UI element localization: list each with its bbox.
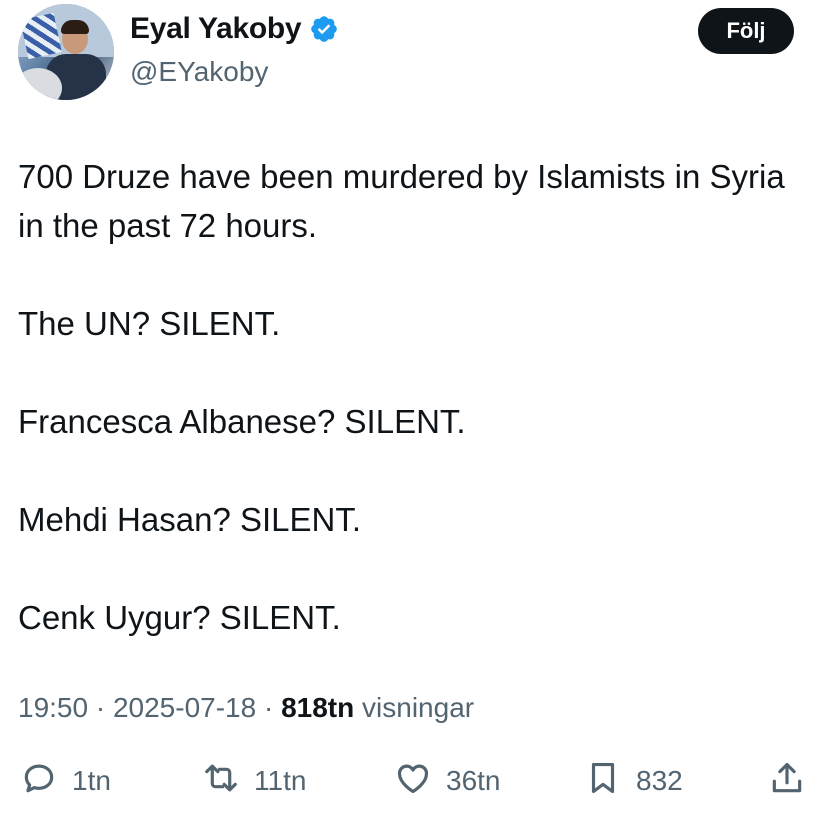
bookmark-count: 832 xyxy=(636,765,683,796)
like-count: 36tn xyxy=(446,765,501,796)
tweet-meta: 19:50 · 2025-07-18 · 818tn visningar xyxy=(18,692,474,724)
like-button[interactable]: 36tn xyxy=(394,756,501,806)
action-bar: 1tn 11tn 36tn 832 xyxy=(0,756,828,806)
views-count: 818tn xyxy=(281,692,355,723)
retweet-icon xyxy=(202,759,240,804)
reply-button[interactable]: 1tn xyxy=(20,756,111,806)
views-label: visningar xyxy=(362,692,475,723)
retweet-button[interactable]: 11tn xyxy=(202,756,306,806)
tweet-paragraph: Mehdi Hasan? SILENT. xyxy=(18,501,362,538)
avatar[interactable] xyxy=(18,4,114,100)
author-handle[interactable]: @EYakoby xyxy=(130,56,268,88)
verified-badge-icon xyxy=(309,14,339,44)
bookmark-button[interactable]: 832 xyxy=(584,756,683,806)
tweet-paragraph: Cenk Uygur? SILENT. xyxy=(18,599,341,636)
avatar-hair xyxy=(61,20,89,34)
meta-separator: · xyxy=(256,692,282,723)
reply-count: 1tn xyxy=(72,765,111,796)
tweet-paragraph: The UN? SILENT. xyxy=(18,305,281,342)
tweet-date[interactable]: 2025-07-18 xyxy=(113,692,256,723)
share-button[interactable] xyxy=(768,756,806,806)
tweet-text: 700 Druze have been murdered by Islamist… xyxy=(18,152,808,642)
share-icon xyxy=(768,759,806,804)
meta-separator: · xyxy=(88,692,113,723)
tweet-paragraph: Francesca Albanese? SILENT. xyxy=(18,403,466,440)
retweet-count: 11tn xyxy=(254,765,307,796)
author-display-name[interactable]: Eyal Yakoby xyxy=(130,12,302,46)
heart-icon xyxy=(394,759,432,804)
tweet-paragraph: 700 Druze have been murdered by Islamist… xyxy=(18,158,785,244)
author-name-row: Eyal Yakoby xyxy=(130,12,339,46)
tweet-time[interactable]: 19:50 xyxy=(18,692,88,723)
reply-icon xyxy=(20,759,58,804)
follow-button[interactable]: Följ xyxy=(698,8,794,54)
bookmark-icon xyxy=(584,759,622,804)
